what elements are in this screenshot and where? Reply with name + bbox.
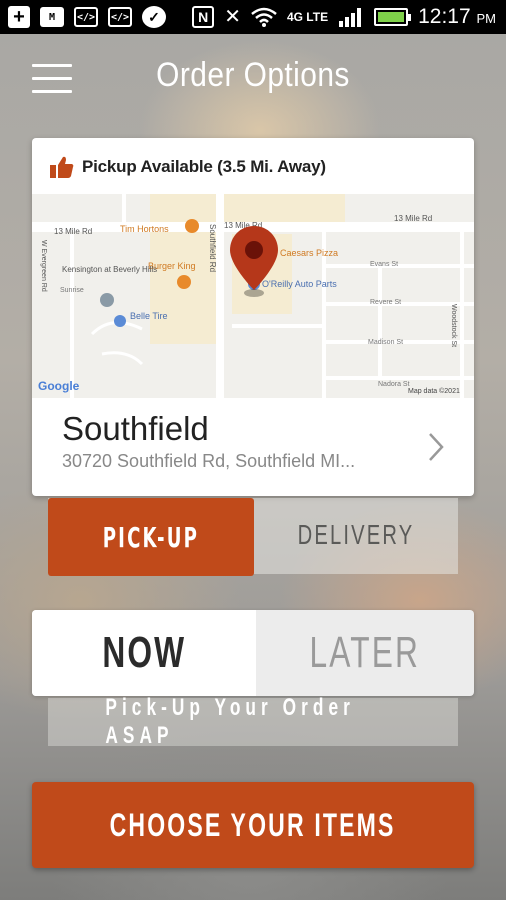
network-type: 4G LTE bbox=[286, 10, 329, 24]
signal-icon bbox=[339, 8, 362, 27]
code-icon: </> bbox=[74, 7, 98, 27]
store-map[interactable]: 13 Mile Rd 13 Mile Rd 13 Mile Rd Tim Hor… bbox=[32, 194, 474, 398]
map-label: Woodstock St bbox=[450, 304, 457, 347]
map-label: Nadora St bbox=[378, 381, 410, 388]
page-title: Order Options bbox=[156, 56, 350, 94]
wifi-icon bbox=[251, 7, 277, 27]
map-label: Madison St bbox=[368, 339, 403, 346]
map-label: W Evergreen Rd bbox=[40, 240, 47, 292]
chevron-right-icon[interactable] bbox=[426, 430, 446, 464]
map-label: 13 Mile Rd bbox=[394, 214, 432, 223]
store-address: 30720 Southfield Rd, Southfield MI... bbox=[62, 451, 356, 471]
app-header: Order Options bbox=[0, 34, 506, 120]
choose-items-button[interactable]: CHOOSE YOUR ITEMS bbox=[32, 782, 474, 868]
gmail-icon: M bbox=[40, 7, 64, 27]
battery-icon bbox=[374, 8, 412, 26]
code-icon: </> bbox=[108, 7, 132, 27]
now-button[interactable]: NOW bbox=[32, 610, 256, 696]
status-bar: + M </> </> ✓ N ✕ 4G LTE 12:17 PM bbox=[0, 0, 506, 34]
map-copyright: Map data ©2021 bbox=[408, 387, 460, 395]
later-button[interactable]: LATER bbox=[256, 610, 474, 696]
google-logo: Google bbox=[38, 379, 80, 393]
nfc-icon: N bbox=[192, 6, 215, 28]
map-label: Kensington at Beverly Hills bbox=[62, 265, 157, 274]
pickup-button[interactable]: PICK-UP bbox=[48, 498, 254, 576]
location-card[interactable]: Pickup Available (3.5 Mi. Away) 13 Mile … bbox=[32, 138, 474, 496]
mute-icon: ✕ bbox=[224, 6, 241, 28]
map-label: 13 Mile Rd bbox=[54, 227, 92, 236]
map-label: Revere St bbox=[370, 299, 401, 306]
timing-hint: Pick-Up Your Order ASAP bbox=[48, 694, 458, 749]
pickup-availability-text: Pickup Available (3.5 Mi. Away) bbox=[82, 157, 326, 176]
chat-icon: ✓ bbox=[142, 6, 166, 28]
map-label: Southfield Rd bbox=[208, 224, 217, 272]
map-label: Belle Tire bbox=[130, 311, 168, 321]
map-label: Sunrise bbox=[60, 287, 84, 294]
plus-icon: + bbox=[8, 6, 30, 28]
store-name: Southfield bbox=[62, 410, 209, 447]
clock: 12:17 PM bbox=[418, 5, 496, 28]
map-label: O'Reilly Auto Parts bbox=[262, 279, 337, 289]
map-label: Tim Hortons bbox=[120, 224, 169, 234]
pickup-availability: Pickup Available (3.5 Mi. Away) bbox=[50, 154, 326, 180]
delivery-button[interactable]: DELIVERY bbox=[256, 502, 456, 568]
thumbs-up-icon bbox=[50, 156, 74, 178]
map-label: Caesars Pizza bbox=[280, 248, 338, 258]
map-label: Evans St bbox=[370, 261, 398, 268]
timing-toggle: NOW LATER bbox=[32, 610, 474, 696]
